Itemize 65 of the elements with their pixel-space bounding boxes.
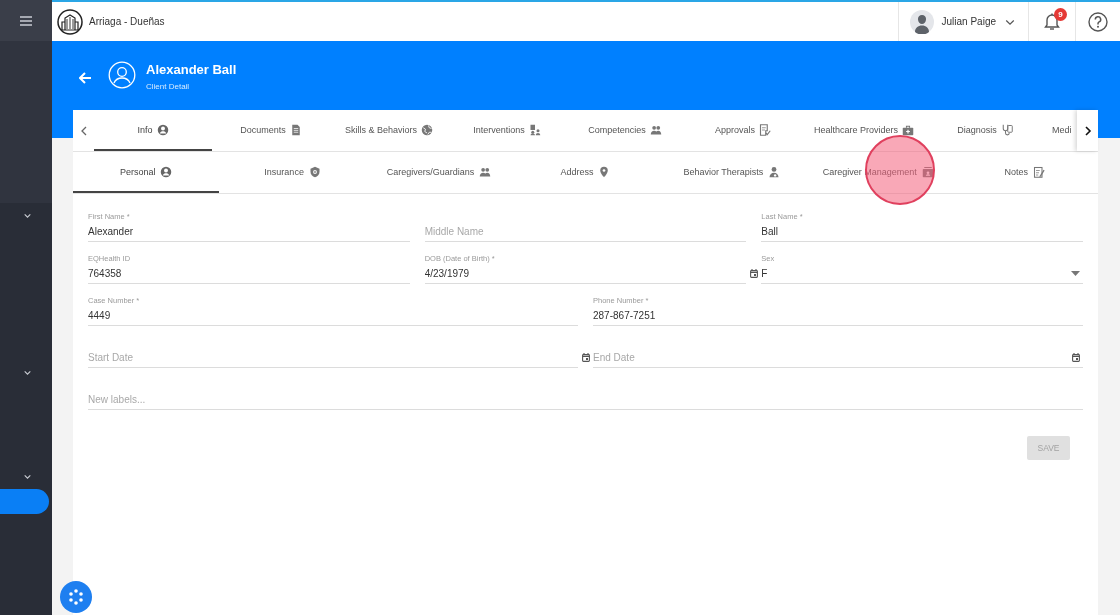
chevron-down-icon[interactable] (23, 211, 32, 220)
field-value: 4449 (88, 310, 111, 321)
calendar-icon[interactable] (582, 353, 590, 362)
subtab[interactable]: Notes (951, 152, 1098, 193)
chevron-down-icon[interactable] (23, 368, 32, 377)
field-placeholder: End Date (593, 352, 635, 363)
chevron-left-icon[interactable] (79, 125, 88, 136)
field-placeholder: Start Date (88, 352, 134, 363)
chevron-down-icon[interactable] (23, 472, 32, 481)
page-subtitle: Client Detail (146, 82, 191, 91)
tab[interactable]: Medi (1044, 110, 1077, 151)
field-value: 764358 (88, 268, 122, 279)
subtab[interactable]: Address (512, 152, 659, 193)
medical-kit-icon (902, 123, 915, 136)
user-name: Julian Paige (941, 16, 996, 27)
stethoscope-icon (1000, 123, 1013, 136)
help-icon[interactable] (1088, 11, 1108, 32)
people-icon (649, 123, 662, 136)
notification-bell-icon[interactable] (1043, 12, 1061, 31)
shield-icon (308, 165, 321, 178)
field-value: Alexander (88, 226, 134, 237)
back-arrow-icon[interactable] (79, 72, 92, 84)
user-icon (108, 61, 136, 89)
tab[interactable]: Healthcare Providers (802, 110, 927, 151)
tab[interactable]: Documents (212, 110, 330, 151)
field-value: Ball (761, 226, 778, 237)
subtab[interactable]: Caregivers/Guardians (365, 152, 513, 193)
calendar-icon[interactable] (750, 269, 759, 278)
notification-badge: 9 (1054, 8, 1067, 21)
people-icon (479, 165, 492, 178)
tab[interactable]: Interventions (448, 110, 566, 151)
person-icon (156, 123, 169, 136)
tab[interactable]: Info (94, 110, 212, 151)
tab[interactable]: Diagnosis (926, 110, 1045, 151)
floating-action-button[interactable] (60, 581, 92, 613)
tab[interactable]: Skills & Behaviors (330, 110, 448, 151)
tab[interactable]: Competencies (566, 110, 684, 151)
client-name: Alexander Ball (146, 62, 237, 77)
tab[interactable]: Approvals (684, 110, 802, 151)
field-placeholder: New labels... (88, 394, 146, 405)
field-value: 4/23/1979 (424, 268, 470, 279)
id-card-icon (921, 165, 934, 178)
location-pin-icon (598, 165, 611, 178)
globe-icon (421, 123, 433, 136)
person-icon (768, 165, 781, 178)
subtab[interactable]: Personal (73, 152, 220, 193)
notes-icon (1033, 165, 1045, 178)
checklist-icon (759, 123, 771, 136)
dropdown-arrow-icon (1071, 271, 1080, 276)
person-icon (160, 165, 173, 178)
organization-name: Arriaga - Dueñas (89, 16, 165, 27)
dots-icon (66, 587, 86, 607)
field-placeholder: Middle Name (424, 226, 484, 237)
building-logo (57, 8, 83, 35)
people-icon (528, 123, 541, 136)
chevron-right-icon[interactable] (1083, 125, 1092, 136)
subtab[interactable]: Insurance (219, 152, 366, 193)
sidebar-item[interactable] (0, 489, 49, 514)
menu-icon[interactable] (20, 15, 32, 26)
calendar-icon[interactable] (1072, 353, 1080, 362)
avatar-icon (909, 9, 934, 34)
subtab[interactable]: Behavior Therapists (658, 152, 806, 193)
document-icon (289, 123, 302, 136)
field-value: F (761, 268, 768, 279)
field-value: 287-867-7251 (593, 310, 656, 321)
